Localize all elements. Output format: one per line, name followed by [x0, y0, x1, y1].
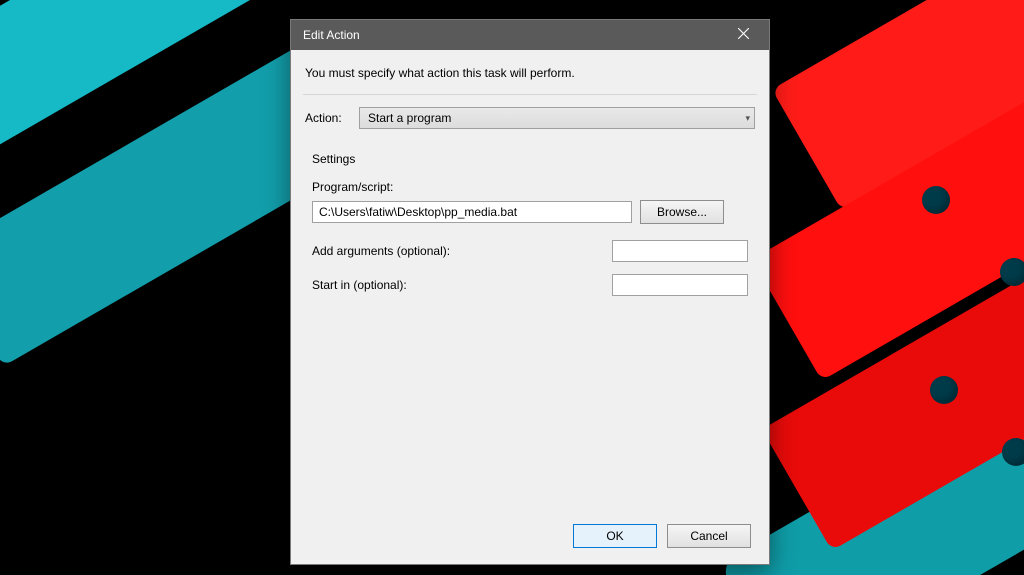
program-script-input[interactable] [312, 201, 632, 223]
chevron-down-icon: ▾ [745, 113, 750, 124]
program-row: Browse... [312, 200, 748, 224]
program-script-label: Program/script: [312, 180, 748, 194]
arguments-row: Add arguments (optional): [312, 240, 748, 262]
spacer [305, 313, 755, 514]
action-row: Action: Start a program ▾ [305, 107, 755, 129]
action-dropdown-value: Start a program [368, 111, 451, 125]
settings-group: Settings Program/script: Browse... Add a… [305, 147, 755, 313]
cancel-button[interactable]: Cancel [667, 524, 751, 548]
dialog-body: You must specify what action this task w… [291, 50, 769, 564]
start-in-label: Start in (optional): [312, 278, 407, 292]
dialog-titlebar[interactable]: Edit Action [291, 20, 769, 50]
close-icon [738, 28, 749, 42]
dialog-title: Edit Action [303, 28, 723, 42]
close-button[interactable] [723, 20, 763, 50]
start-in-row: Start in (optional): [312, 274, 748, 296]
action-dropdown[interactable]: Start a program ▾ [359, 107, 755, 129]
arguments-input[interactable] [612, 240, 748, 262]
instruction-text: You must specify what action this task w… [305, 66, 755, 80]
desktop-background: Edit Action You must specify what action… [0, 0, 1024, 575]
arguments-label: Add arguments (optional): [312, 244, 450, 258]
ok-button[interactable]: OK [573, 524, 657, 548]
browse-button[interactable]: Browse... [640, 200, 724, 224]
dialog-button-row: OK Cancel [305, 514, 755, 552]
wallpaper-dot [1000, 258, 1024, 286]
divider [303, 94, 757, 95]
wallpaper-dot [922, 186, 950, 214]
wallpaper-dot [930, 376, 958, 404]
wallpaper-dot [1002, 438, 1024, 466]
edit-action-dialog: Edit Action You must specify what action… [290, 19, 770, 565]
settings-label: Settings [312, 152, 748, 166]
start-in-input[interactable] [612, 274, 748, 296]
action-label: Action: [305, 111, 349, 125]
